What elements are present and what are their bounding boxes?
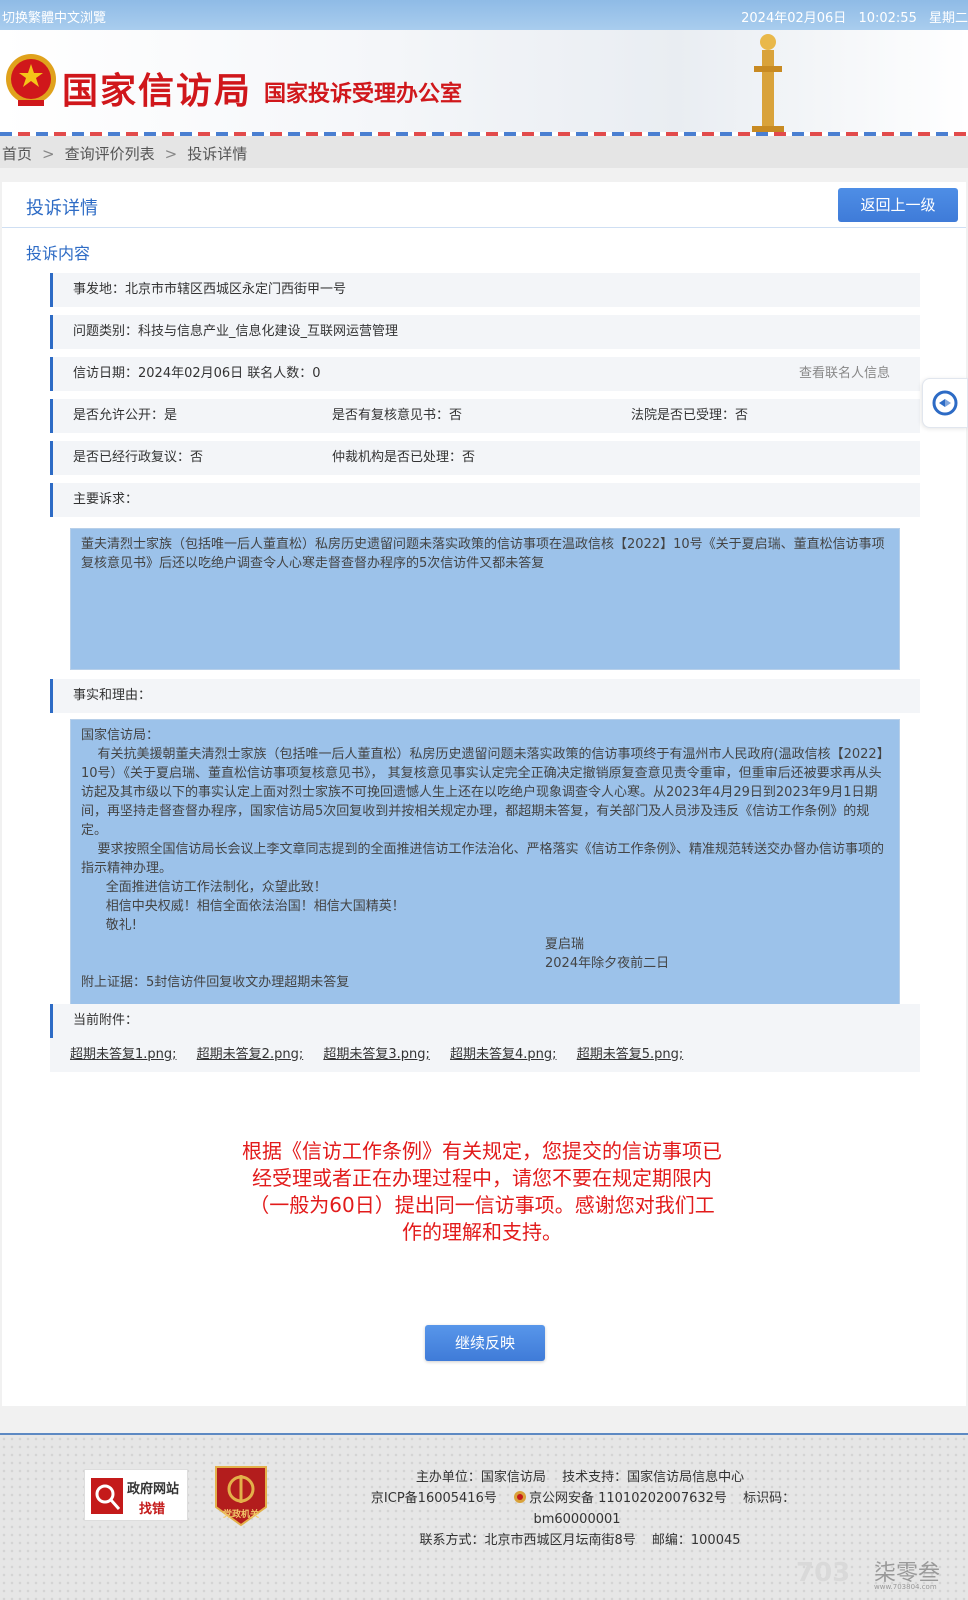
- site-title: 国家信访局: [62, 70, 253, 112]
- top-bar: 切换繁體中文浏覽 2024年02月06日 10:02:55 星期二: [0, 0, 968, 30]
- party-gov-badge-label: 党政机关: [222, 1510, 259, 1520]
- date-contacts-text: 信访日期：2024年02月06日 联名人数：0: [73, 366, 321, 381]
- continue-button[interactable]: 继续反映: [425, 1325, 545, 1361]
- attachment-link-3[interactable]: 超期未答复3.png;: [323, 1047, 430, 1062]
- main-claim-label: 主要诉求：: [73, 492, 139, 507]
- facts-line: 要求按照全国信访局长会议上李文章同志提到的全面推进信访工作法治化、严格落实《信访…: [81, 842, 885, 876]
- weekday-text: 星期二: [928, 11, 968, 26]
- footer-police-record[interactable]: 京公网安备 11010202007632号: [513, 1491, 727, 1506]
- attachment-link-4[interactable]: 超期未答复4.png;: [450, 1047, 557, 1062]
- facts-label-row: 事实和理由：: [50, 679, 920, 713]
- attachments-list: 超期未答复1.png; 超期未答复2.png; 超期未答复3.png; 超期未答…: [50, 1038, 920, 1072]
- category-text: 问题类别：科技与信息产业_信息化建设_互联网运营管理: [73, 324, 399, 339]
- footer-zip: 邮编：100045: [651, 1533, 741, 1548]
- footer-sponsor: 主办单位：国家信访局: [415, 1470, 546, 1485]
- police-badge-icon: [513, 1491, 526, 1503]
- facts-label: 事实和理由：: [73, 688, 152, 703]
- card-divider: [2, 227, 966, 228]
- breadcrumb-separator: >: [42, 145, 55, 163]
- magnifier-icon: [91, 1478, 123, 1514]
- date-contacts-row: 信访日期：2024年02月06日 联名人数：0 查看联名人信息: [50, 357, 920, 391]
- page-title: 投诉详情: [26, 198, 98, 219]
- footer-icp-link[interactable]: 京ICP备16005416号: [371, 1491, 497, 1506]
- national-emblem-icon: [6, 54, 56, 106]
- breadcrumb-list[interactable]: 查询评价列表: [65, 145, 155, 163]
- time-text: 10:02:55: [858, 11, 917, 26]
- notice-text: 根据《信访工作条例》有关规定，您提交的信访事项已经受理或者正在办理过程中，请您不…: [242, 1139, 722, 1244]
- view-contacts-link[interactable]: 查看联名人信息: [799, 357, 890, 391]
- attachment-link-1[interactable]: 超期未答复1.png;: [70, 1047, 177, 1062]
- admin-review-status: 是否已经行政复议：否: [73, 450, 204, 465]
- main-claim-textarea[interactable]: 董夫清烈士家族（包括唯一后人董直松）私房历史遗留问题未落实政策的信访事项在温政信…: [70, 528, 900, 670]
- breadcrumb-separator: >: [164, 145, 178, 163]
- review-opinion-status: 是否有复核意见书：否: [332, 408, 463, 423]
- main-claim-label-row: 主要诉求：: [50, 483, 920, 517]
- status-row-1: 是否允许公开：是 是否有复核意见书：否 法院是否已受理：否: [50, 399, 920, 433]
- floating-assistant-button[interactable]: [922, 378, 968, 428]
- party-gov-badge[interactable]: 党政机关: [214, 1465, 268, 1531]
- attachment-link-2[interactable]: 超期未答复2.png;: [197, 1047, 304, 1062]
- attachments-label: 当前附件：: [73, 1013, 139, 1028]
- section-title: 投诉内容: [26, 244, 91, 263]
- huabiao-pillar-icon: [752, 34, 784, 134]
- location-text: 事发地：北京市市辖区西城区永定门西街甲一号: [73, 282, 347, 297]
- site-header: 国家信访局 国家投诉受理办公室: [0, 30, 968, 134]
- court-status: 法院是否已受理：否: [631, 408, 749, 423]
- breadcrumb-current: 投诉详情: [187, 145, 248, 163]
- facts-evidence-note: 附上证据：5封信访件回复收文办理超期未答复: [81, 975, 350, 990]
- footer-info: 主办单位：国家信访局 技术支持：国家信访局信息中心 京ICP备16005416号…: [340, 1467, 820, 1551]
- breadcrumb-home[interactable]: 首页: [2, 145, 32, 163]
- svg-text:703: 703: [796, 1558, 850, 1588]
- arbitration-status: 仲裁机构是否已处理：否: [332, 450, 476, 465]
- public-status: 是否允许公开：是: [73, 408, 178, 423]
- site-subtitle: 国家投诉受理办公室: [264, 82, 463, 107]
- date-text: 2024年02月06日: [741, 11, 847, 26]
- watermark-url: www.703804.com: [874, 1583, 937, 1591]
- facts-textarea[interactable]: 国家信访局： 有关抗美援朝董夫清烈士家族（包括唯一后人董直松）私房历史遗留问题未…: [70, 719, 900, 1011]
- datetime-display: 2024年02月06日 10:02:55 星期二: [733, 7, 968, 26]
- breadcrumb: 首页 > 查询评价列表 > 投诉详情: [0, 136, 968, 168]
- facts-line: 有关抗美援朝董夫清烈士家族（包括唯一后人董直松）私房历史遗留问题未落实政策的信访…: [81, 747, 884, 838]
- watermark-logo-icon: 703: [796, 1558, 850, 1588]
- attachment-link-5[interactable]: 超期未答复5.png;: [577, 1047, 684, 1062]
- footer-address: 联系方式：北京市西城区月坛南街8号: [419, 1533, 636, 1548]
- facts-line: 敬礼!: [81, 918, 138, 933]
- facts-signature-date: 2024年除夕夜前二日: [545, 956, 670, 971]
- site-footer: 政府网站 找错 党政机关 主办单位：国家信访局 技术支持：国家信访局信息中心 京…: [0, 1433, 968, 1600]
- facts-line: 国家信访局：: [81, 728, 160, 743]
- gov-badge-line1: 政府网站: [127, 1482, 180, 1497]
- footer-police-text: 京公网安备 11010202007632号: [528, 1491, 727, 1506]
- refresh-chat-icon: [932, 390, 958, 416]
- facts-line: 相信中央权威！相信全面依法治国！相信大国精英！: [81, 899, 405, 914]
- back-button[interactable]: 返回上一级: [838, 188, 958, 222]
- status-row-2: 是否已经行政复议：否 仲裁机构是否已处理：否: [50, 441, 920, 475]
- watermark: 703 柒零叁 www.703804.com: [796, 1553, 940, 1593]
- category-row: 问题类别：科技与信息产业_信息化建设_互联网运营管理: [50, 315, 920, 349]
- location-row: 事发地：北京市市辖区西城区永定门西街甲一号: [50, 273, 920, 307]
- facts-signature: 夏启瑞: [545, 937, 585, 952]
- attachments-label-row: 当前附件：: [50, 1004, 920, 1038]
- gov-badge-line2: 找错: [139, 1502, 166, 1517]
- gov-site-error-badge[interactable]: 政府网站 找错: [84, 1469, 188, 1521]
- language-switch-link[interactable]: 切换繁體中文浏覽: [2, 7, 106, 26]
- complaint-detail-card: 投诉详情 返回上一级 投诉内容 事发地：北京市市辖区西城区永定门西街甲一号 问题…: [2, 182, 966, 1406]
- footer-tech-support: 技术支持：国家信访局信息中心: [562, 1470, 745, 1485]
- facts-line: 全面推进信访工作法制化，众望此致！: [81, 880, 327, 895]
